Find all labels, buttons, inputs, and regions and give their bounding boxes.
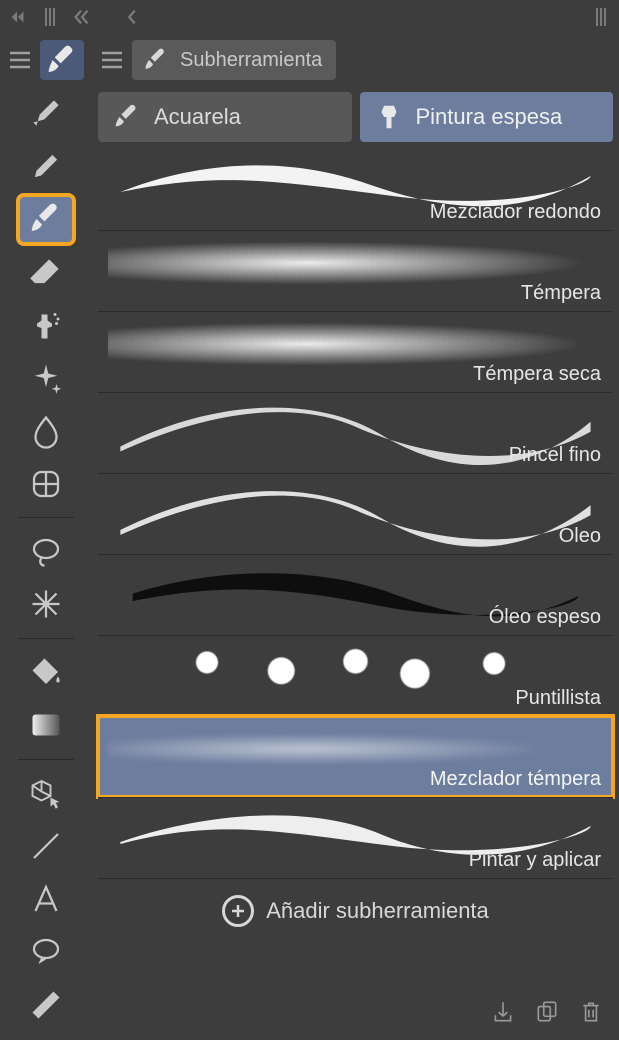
panel-tab-subherramienta[interactable]: Subherramienta [132, 40, 336, 80]
hamburger-icon [9, 51, 31, 69]
line-icon [28, 828, 64, 864]
category-pintura-label: Pintura espesa [416, 104, 563, 130]
cube-cursor-icon [28, 775, 64, 811]
text-a-icon [28, 881, 64, 917]
add-subtool-button[interactable]: Añadir subherramienta [98, 878, 613, 943]
decoration-tool-button[interactable] [18, 354, 74, 403]
chevron-double-left-icon [7, 6, 29, 28]
eraser-tool-button[interactable] [18, 248, 74, 297]
brush-list: Mezclador redondo Témpera Témpera seca P… [98, 150, 613, 990]
duplicate-icon [534, 999, 560, 1025]
panel-footer [98, 990, 613, 1034]
category-acuarela-button[interactable]: Acuarela [98, 92, 352, 142]
airbrush-tool-icon [28, 307, 64, 343]
brush-label: Témpera seca [473, 363, 601, 386]
watercolor-brush-icon [112, 102, 142, 132]
category-pintura-button[interactable]: Pintura espesa [360, 92, 614, 142]
object-select-button[interactable] [18, 769, 74, 818]
brush-item-mezclador-redondo[interactable]: Mezclador redondo [98, 150, 613, 230]
brush-tab-icon [142, 46, 170, 74]
brush-item-pintar-aplicar[interactable]: Pintar y aplicar [98, 797, 613, 878]
pencil-tool-icon [27, 147, 65, 185]
sparkle-icon [28, 360, 64, 396]
wand-tool-button[interactable] [18, 580, 74, 629]
liquify-tool-button[interactable] [18, 459, 74, 508]
nav-back-dbl-button[interactable] [70, 6, 94, 28]
pen-tool-icon [27, 94, 65, 132]
gradient-tool-button[interactable] [18, 701, 74, 750]
duplicate-subtool-button[interactable] [531, 996, 563, 1028]
import-subtool-button[interactable] [487, 996, 519, 1028]
pencil-tool-button[interactable] [18, 142, 74, 191]
toolbar-menu-button[interactable] [6, 46, 34, 74]
brush-item-puntillista[interactable]: Puntillista [98, 635, 613, 716]
chevron-double-left2-icon [71, 6, 93, 28]
droplet-icon [28, 413, 64, 449]
asterisk-icon [28, 586, 64, 622]
airbrush-tool-button[interactable] [18, 301, 74, 350]
nav-divider-icon-1 [38, 6, 62, 28]
category-acuarela-label: Acuarela [154, 104, 241, 130]
ruler-tool-button[interactable] [18, 980, 74, 1029]
brush-item-tempera[interactable]: Témpera [98, 230, 613, 311]
hamburger-icon [101, 51, 123, 69]
nav-first-button[interactable] [6, 6, 30, 28]
brush-label: Témpera [521, 282, 601, 305]
brush-label: Pintar y aplicar [469, 849, 601, 872]
brush-label: Pincel fino [509, 444, 601, 467]
import-icon [490, 999, 516, 1025]
add-subtool-label: Añadir subherramienta [266, 898, 489, 924]
ruler-pen-icon [28, 987, 64, 1023]
fill-tool-button[interactable] [18, 648, 74, 697]
brush-item-oleo-espeso[interactable]: Óleo espeso [98, 554, 613, 635]
top-navigation [0, 0, 619, 34]
subtool-panel: Subherramienta Acuarela Pintura espesa M… [92, 34, 619, 1040]
gradient-icon [28, 707, 64, 743]
chevron-left-icon [121, 6, 143, 28]
eraser-tool-icon [27, 253, 65, 291]
balloon-icon [28, 934, 64, 970]
brush-item-pincel-fino[interactable]: Pincel fino [98, 392, 613, 473]
balloon-tool-button[interactable] [18, 927, 74, 976]
brush-label: Mezclador redondo [430, 201, 601, 224]
delete-subtool-button[interactable] [575, 996, 607, 1028]
nav-divider-icon-2 [589, 6, 613, 28]
nav-back-button[interactable] [120, 6, 144, 28]
pen-tool-button[interactable] [18, 89, 74, 138]
blend-tool-button[interactable] [18, 406, 74, 455]
panel-menu-button[interactable] [98, 46, 126, 74]
brush-label: Puntillista [515, 687, 601, 710]
lasso-icon [28, 534, 64, 570]
plus-circle-icon [222, 895, 254, 927]
brush-header-icon [46, 44, 78, 76]
lasso-tool-button[interactable] [18, 527, 74, 576]
trash-icon [578, 999, 604, 1025]
brush-label: Mezclador témpera [430, 768, 601, 791]
brush-tool-icon [27, 200, 65, 238]
brush-item-tempera-seca[interactable]: Témpera seca [98, 311, 613, 392]
bucket-icon [28, 654, 64, 690]
brush-tool-button[interactable] [18, 195, 74, 244]
brush-label: Óleo [559, 525, 601, 548]
brush-item-mezclador-tempera[interactable]: Mezclador témpera [98, 716, 613, 797]
text-tool-button[interactable] [18, 874, 74, 923]
line-tool-button[interactable] [18, 821, 74, 870]
brush-item-oleo[interactable]: Óleo [98, 473, 613, 554]
main-toolbar [0, 34, 92, 1040]
panel-tab-label: Subherramienta [180, 49, 322, 72]
liquify-icon [28, 466, 64, 502]
toolbar-active-tool[interactable] [40, 40, 84, 80]
brush-label: Óleo espeso [489, 606, 601, 629]
thick-paint-icon [374, 102, 404, 132]
